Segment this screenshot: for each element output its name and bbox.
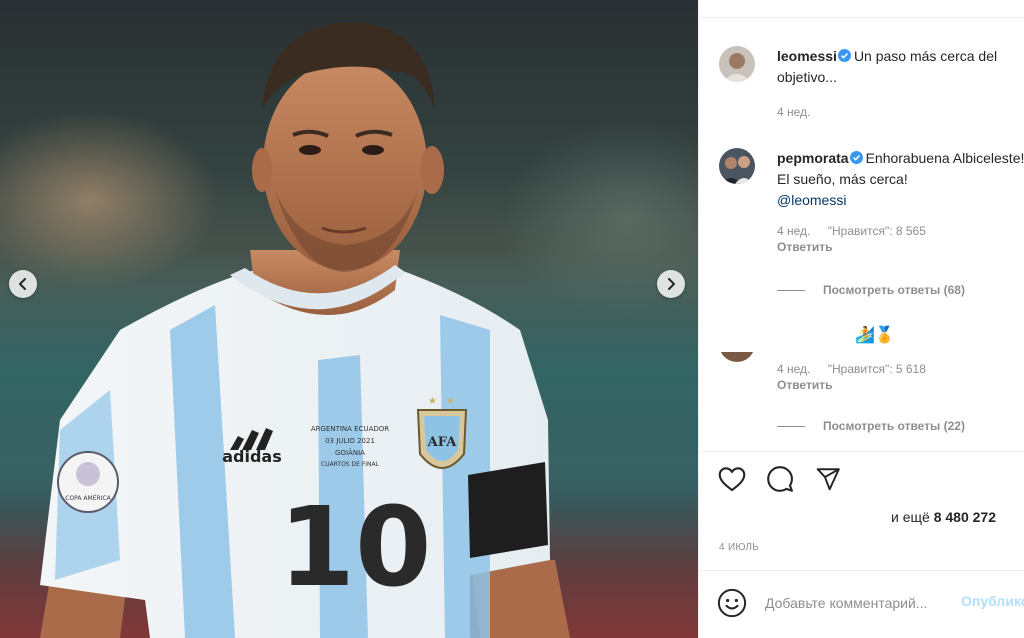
publish-button[interactable]: Опубликовать	[961, 593, 1024, 609]
chevron-right-icon	[668, 278, 675, 290]
caption-time[interactable]: 4 нед.	[777, 105, 810, 119]
username[interactable]: pepmorata	[777, 150, 849, 166]
reply-button[interactable]: Ответить	[777, 239, 1024, 255]
copa-america-patch: COPA AMÉRICA	[57, 451, 119, 513]
svg-text:03 JULIO 2021: 03 JULIO 2021	[325, 437, 375, 445]
post-actions	[717, 464, 843, 494]
reply-button[interactable]: Ответить	[777, 377, 1024, 393]
comment-likes[interactable]: "Нравится": 5 618	[828, 362, 926, 376]
view-replies-label: Посмотреть ответы (22)	[823, 419, 965, 433]
captain-armband	[468, 462, 548, 558]
likes-prefix: и ещё	[891, 509, 930, 525]
heart-icon	[718, 467, 746, 492]
comment-time[interactable]: 4 нед.	[777, 362, 810, 376]
svg-text:COPA AMÉRICA: COPA AMÉRICA	[65, 494, 111, 502]
username[interactable]: leomessi	[777, 48, 837, 64]
comment-button[interactable]	[765, 464, 795, 494]
avatar[interactable]	[719, 46, 755, 82]
replies-dash	[777, 425, 805, 427]
chevron-left-icon	[19, 278, 26, 290]
svg-text:★: ★	[428, 396, 437, 407]
svg-text:AFA: AFA	[427, 435, 458, 450]
player-face	[263, 60, 427, 270]
share-icon	[816, 468, 840, 491]
view-replies-label: Посмотреть ответы (68)	[823, 283, 965, 297]
actions-divider	[699, 451, 1024, 452]
verified-badge-icon	[849, 151, 863, 164]
like-button[interactable]	[717, 464, 747, 494]
post-date[interactable]: 4 июль	[719, 542, 759, 553]
likes-count: 8 480 272	[933, 509, 996, 525]
avatar[interactable]	[719, 148, 755, 184]
avatar[interactable]	[719, 352, 755, 362]
likes-summary[interactable]: и ещё 8 480 272	[891, 509, 996, 525]
emoji-icon[interactable]	[717, 588, 747, 618]
comment-emoji: 🏄🏅	[855, 327, 895, 344]
mention-link[interactable]: @leomessi	[777, 192, 846, 208]
comment-time[interactable]: 4 нед.	[777, 224, 810, 238]
comment-likes[interactable]: "Нравится": 8 565	[828, 224, 926, 238]
svg-text:ARGENTINA ECUADOR: ARGENTINA ECUADOR	[311, 425, 389, 433]
replies-dash	[777, 289, 805, 291]
next-photo-button[interactable]	[657, 270, 685, 298]
view-replies-button[interactable]: Посмотреть ответы (68)	[777, 283, 965, 297]
post-photo[interactable]: 10 adidas ARGENTINA ECUADOR 03 JULIO 202…	[0, 0, 698, 638]
share-button[interactable]	[813, 464, 843, 494]
svg-text:GOIÂNIA: GOIÂNIA	[335, 448, 365, 457]
add-comment-bar: Опубликовать	[699, 570, 1024, 638]
brand-label: adidas	[222, 447, 282, 466]
player-illustration: 10 adidas ARGENTINA ECUADOR 03 JULIO 202…	[40, 22, 570, 638]
jersey-number: 10	[278, 483, 431, 611]
view-replies-button[interactable]: Посмотреть ответы (22)	[777, 419, 965, 433]
verified-badge-icon	[837, 49, 851, 62]
previous-photo-button[interactable]	[9, 270, 37, 298]
comment-input[interactable]	[765, 593, 961, 613]
comment-icon	[767, 466, 793, 492]
svg-text:CUARTOS DE FINAL: CUARTOS DE FINAL	[321, 461, 380, 468]
comments-panel: leomessi Un paso más cerca del objetivo..…	[698, 0, 1024, 638]
svg-text:★: ★	[446, 396, 455, 407]
header-divider	[699, 17, 1024, 18]
instagram-post-view: 10 adidas ARGENTINA ECUADOR 03 JULIO 202…	[0, 0, 1024, 638]
